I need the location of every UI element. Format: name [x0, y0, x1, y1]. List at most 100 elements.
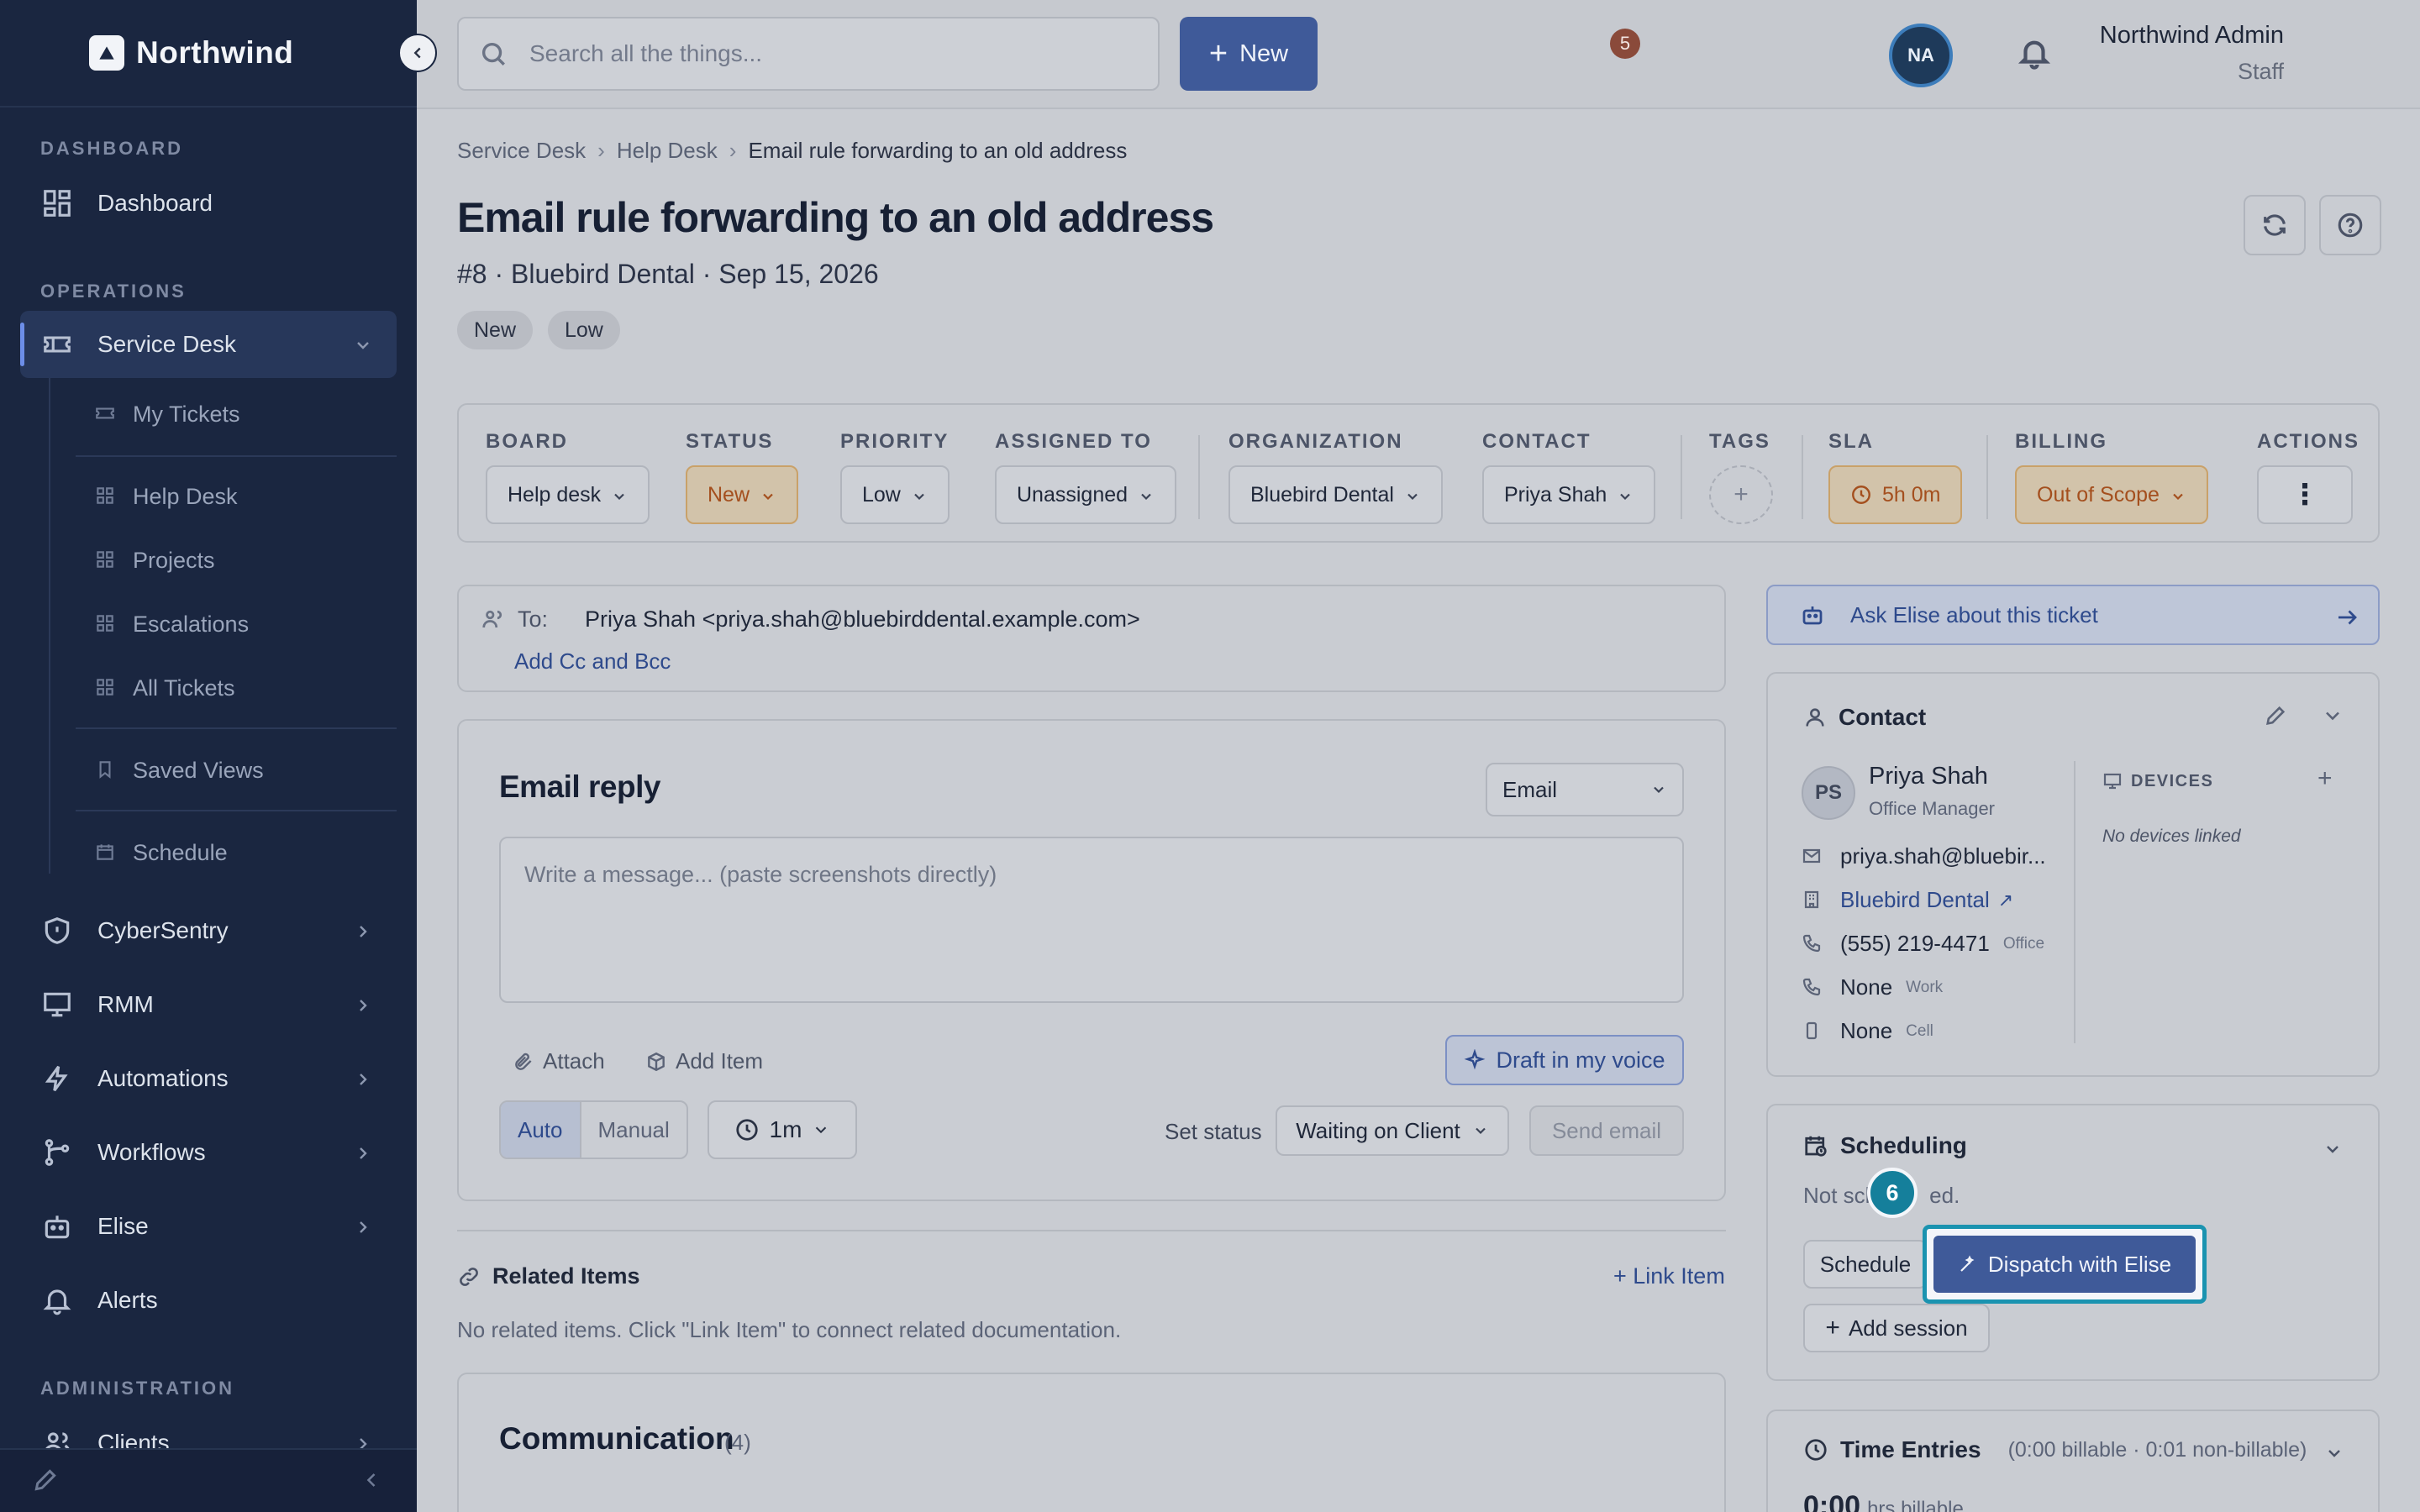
refresh-button[interactable]	[2244, 195, 2306, 255]
attach-button[interactable]: Attach	[513, 1048, 605, 1074]
chevron-down-icon[interactable]	[2323, 1139, 2344, 1161]
section-label-dashboard: DASHBOARD	[40, 138, 183, 159]
sidebar-subitem-my-tickets[interactable]: My Tickets	[94, 393, 240, 435]
priority-value: Low	[862, 482, 901, 507]
external-link-icon: ↗	[1997, 889, 2014, 911]
related-items-empty: No related items. Click "Link Item" to c…	[457, 1317, 1122, 1342]
contact-tools	[2264, 704, 2344, 732]
sidebar-subitem-schedule[interactable]: Schedule	[94, 832, 228, 874]
mobile-icon	[1802, 1021, 1823, 1042]
sidebar-item-automations[interactable]: Automations	[20, 1045, 397, 1112]
chevron-down-icon	[2170, 486, 2186, 503]
priority-select[interactable]: Low	[840, 465, 950, 524]
status-select[interactable]: New	[686, 465, 799, 524]
ask-elise-button[interactable]: Ask Elise about this ticket	[1766, 585, 2380, 645]
edit-contact-icon[interactable]	[2264, 704, 2287, 732]
brand-logo-icon	[89, 35, 124, 71]
organization-select[interactable]: Bluebird Dental	[1228, 465, 1443, 524]
sidebar-item-dashboard[interactable]: Dashboard	[20, 170, 397, 237]
sidebar-item-cybersentry[interactable]: CyberSentry	[20, 897, 397, 964]
contact-phone-office-value: (555) 219-4471	[1840, 931, 1990, 956]
add-session-button[interactable]: + Add session	[1803, 1304, 1990, 1352]
message-textarea[interactable]	[499, 837, 1684, 1003]
add-tag-button[interactable]: +	[1709, 465, 1773, 524]
contact-heading: Contact	[1803, 704, 1926, 731]
plus-icon: +	[1825, 1314, 1840, 1341]
board-select[interactable]: Help desk	[486, 465, 650, 524]
chevron-down-icon	[816, 1126, 827, 1134]
sidebar-item-label: Alerts	[97, 1287, 158, 1313]
chevron-down-icon	[1654, 786, 1664, 794]
channel-select[interactable]: Email	[1486, 763, 1684, 816]
to-value[interactable]: Priya Shah <priya.shah@bluebirddental.ex…	[585, 606, 1140, 633]
sidebar-subitem-label: All Tickets	[133, 675, 235, 701]
contact-name[interactable]: Priya Shah	[1869, 763, 1988, 790]
sidebar-subitem-projects[interactable]: Projects	[94, 539, 215, 581]
contact-phone-office[interactable]: (555) 219-4471 Office	[1802, 931, 2044, 957]
sla-badge[interactable]: 5h 0m	[1828, 465, 1963, 524]
breadcrumb-item-service-desk[interactable]: Service Desk	[457, 138, 586, 164]
time-entries-card: Time Entries (0:00 billable · 0:01 non-b…	[1766, 1410, 2380, 1512]
shield-icon	[40, 914, 74, 948]
contact-phone-work-value: None	[1840, 974, 1893, 1000]
new-button[interactable]: + New	[1180, 17, 1318, 91]
clock-icon	[735, 1119, 758, 1141]
chevron-down-icon[interactable]	[2324, 1443, 2344, 1463]
set-status-select[interactable]: Waiting on Client	[1276, 1105, 1509, 1156]
schedule-button[interactable]: Schedule	[1803, 1240, 1928, 1289]
field-status: STATUS New	[686, 430, 799, 524]
timer-select[interactable]: 1m	[708, 1100, 857, 1159]
contact-select[interactable]: Priya Shah	[1482, 465, 1656, 524]
search-icon	[479, 39, 508, 68]
actions-menu-button[interactable]: ⋮	[2257, 465, 2353, 524]
search-input[interactable]	[529, 40, 1118, 67]
contact-value: Priya Shah	[1504, 482, 1607, 507]
sidebar-item-rmm[interactable]: RMM	[20, 971, 397, 1038]
dispatch-with-elise-button[interactable]: Dispatch with Elise	[1933, 1236, 2196, 1293]
magic-wand-icon	[1960, 1255, 1975, 1272]
sidebar-item-service-desk[interactable]: Service Desk	[20, 311, 397, 378]
chevron-right-icon	[353, 921, 373, 941]
grid-icon	[94, 612, 118, 636]
field-assigned-to: ASSIGNED TO Unassigned	[995, 430, 1177, 524]
sidebar-collapse-button[interactable]	[398, 34, 437, 72]
contact-email[interactable]: priya.shah@bluebir...	[1802, 843, 2046, 869]
assigned-to-select[interactable]: Unassigned	[995, 465, 1177, 524]
collapse-sidebar-icon[interactable]	[360, 1468, 383, 1492]
sidebar-item-elise[interactable]: Elise	[20, 1193, 397, 1260]
timer-value: 1m	[769, 1116, 802, 1142]
mode-auto-button[interactable]: Auto	[501, 1102, 581, 1158]
sidebar-subitem-help-desk[interactable]: Help Desk	[94, 475, 238, 517]
board-value: Help desk	[508, 482, 602, 507]
sidebar-item-workflows[interactable]: Workflows	[20, 1119, 397, 1186]
add-item-button[interactable]: Add Item	[645, 1048, 763, 1074]
search-box[interactable]	[457, 17, 1160, 91]
contact-company-link[interactable]: Bluebird Dental ↗	[1802, 887, 2013, 913]
sidebar-item-alerts[interactable]: Alerts	[20, 1267, 397, 1334]
field-label: BOARD	[486, 430, 568, 453]
sidebar-subitem-escalations[interactable]: Escalations	[94, 603, 249, 645]
contact-heading-label: Contact	[1839, 704, 1927, 730]
recipients-box: To: Priya Shah <priya.shah@bluebirddenta…	[457, 585, 1726, 692]
add-cc-bcc-link[interactable]: Add Cc and Bcc	[514, 648, 671, 675]
edit-icon[interactable]	[32, 1467, 59, 1494]
chevron-down-icon	[760, 486, 776, 503]
mode-manual-button[interactable]: Manual	[581, 1102, 687, 1158]
send-email-button[interactable]: Send email	[1529, 1105, 1684, 1156]
sidebar-subitem-all-tickets[interactable]: All Tickets	[94, 667, 235, 709]
help-button[interactable]	[2319, 195, 2381, 255]
chevron-right-icon: ›	[729, 138, 737, 163]
brand[interactable]: Northwind	[89, 34, 293, 72]
user-avatar[interactable]: NA	[1889, 24, 1953, 87]
add-device-button[interactable]: +	[2317, 764, 2333, 793]
breadcrumb-item-help-desk[interactable]: Help Desk	[617, 138, 718, 164]
sidebar-subitem-saved-views[interactable]: Saved Views	[94, 749, 264, 791]
billing-select[interactable]: Out of Scope	[2015, 465, 2208, 524]
new-button-label: New	[1239, 39, 1289, 67]
draft-in-my-voice-button[interactable]: Draft in my voice	[1445, 1035, 1684, 1085]
notifications-bell-icon[interactable]	[2017, 35, 2057, 76]
sidebar-footer	[0, 1448, 417, 1512]
calendar-icon	[94, 841, 118, 864]
chevron-down-icon[interactable]	[2321, 704, 2344, 732]
link-item-button[interactable]: + Link Item	[1613, 1263, 1725, 1289]
